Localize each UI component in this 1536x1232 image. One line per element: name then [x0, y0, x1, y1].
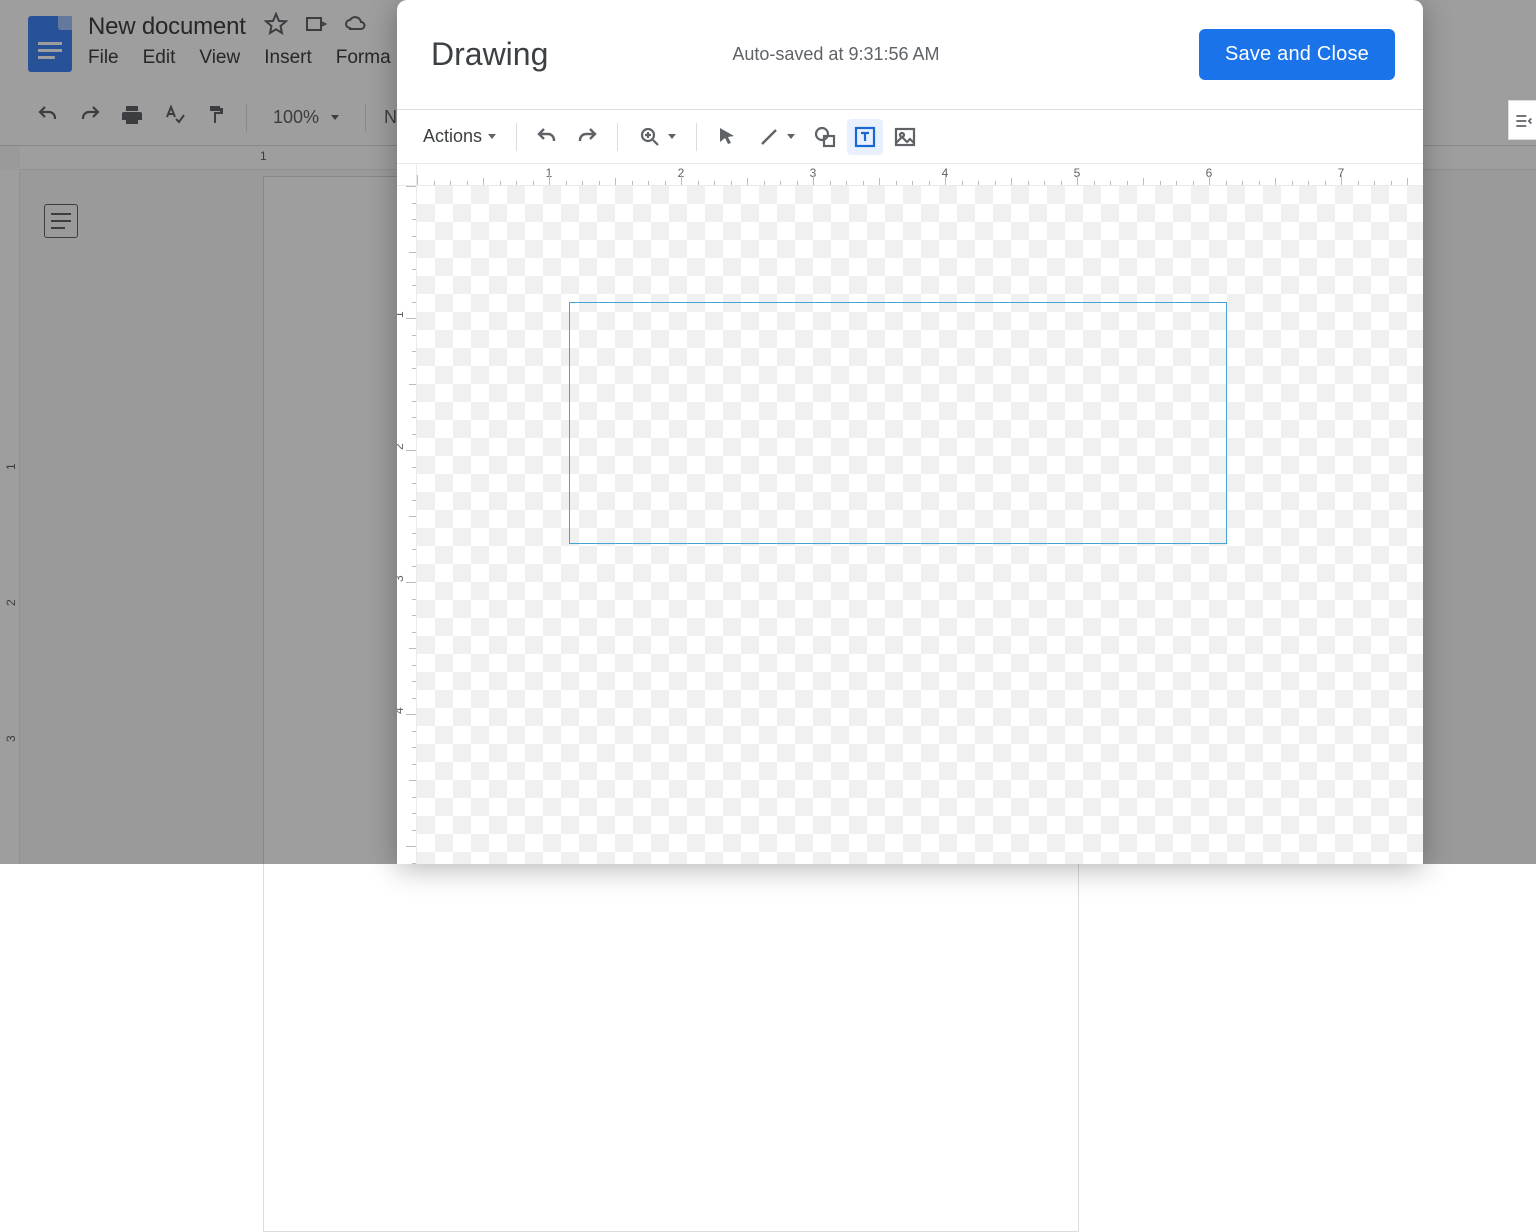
show-outline-button[interactable] [44, 204, 78, 238]
menu-view[interactable]: View [199, 47, 240, 69]
ruler-label: 3 [397, 575, 406, 582]
toolbar-separator [516, 123, 517, 151]
drawing-modal: Drawing Auto-saved at 9:31:56 AM Save an… [397, 0, 1423, 864]
drawing-header: Drawing Auto-saved at 9:31:56 AM Save an… [397, 0, 1423, 110]
ruler-corner [397, 164, 417, 186]
actions-menu-button[interactable]: Actions [415, 119, 504, 155]
ruler-label: 4 [397, 707, 406, 714]
horizontal-ruler[interactable]: 1234567 [417, 164, 1423, 186]
line-tool-button[interactable] [749, 119, 803, 155]
drawing-toolbar: Actions [397, 110, 1423, 164]
toolbar-separator [246, 104, 247, 132]
text-box-shape[interactable] [569, 302, 1227, 544]
star-icon[interactable] [264, 12, 288, 41]
save-and-close-button[interactable]: Save and Close [1199, 29, 1395, 80]
ruler-label: 2 [4, 599, 18, 606]
toolbar-separator [617, 123, 618, 151]
spellcheck-button[interactable] [162, 103, 186, 132]
menu-edit[interactable]: Edit [143, 47, 176, 69]
text-box-tool-button[interactable] [847, 119, 883, 155]
vertical-ruler[interactable]: 1 2 3 4 [397, 186, 417, 864]
autosave-status: Auto-saved at 9:31:56 AM [732, 44, 1175, 65]
paint-format-button[interactable] [204, 103, 228, 132]
cloud-status-icon[interactable] [344, 12, 368, 41]
undo-button[interactable] [36, 103, 60, 132]
toolbar-separator [365, 104, 366, 132]
hide-sidepanel-button[interactable] [1508, 100, 1536, 140]
ruler-label: 1 [4, 463, 18, 470]
redo-button[interactable] [78, 103, 102, 132]
chevron-down-icon [787, 134, 795, 139]
menu-format[interactable]: Forma [336, 47, 391, 69]
undo-button[interactable] [529, 119, 565, 155]
zoom-value: 100% [273, 107, 319, 128]
docs-vertical-ruler[interactable]: 1 2 3 [0, 170, 20, 864]
ruler-label: 1 [397, 311, 406, 318]
zoom-button[interactable] [630, 119, 684, 155]
move-icon[interactable] [304, 12, 328, 41]
zoom-select[interactable]: 100% [265, 107, 347, 128]
doc-title[interactable]: New document [88, 13, 246, 41]
image-tool-button[interactable] [887, 119, 923, 155]
docs-menu-bar: File Edit View Insert Forma [88, 47, 391, 69]
drawing-title: Drawing [431, 36, 548, 73]
redo-button[interactable] [569, 119, 605, 155]
print-button[interactable] [120, 103, 144, 132]
ruler-label: 2 [397, 443, 406, 450]
actions-label: Actions [423, 126, 482, 147]
drawing-canvas-area: 1234567 1 2 3 4 [397, 164, 1423, 864]
ruler-label: 3 [4, 735, 18, 742]
shape-tool-button[interactable] [807, 119, 843, 155]
menu-file[interactable]: File [88, 47, 119, 69]
chevron-down-icon [488, 134, 496, 139]
chevron-down-icon [331, 115, 339, 120]
menu-insert[interactable]: Insert [264, 47, 312, 69]
docs-logo-icon[interactable] [28, 16, 72, 72]
drawing-canvas[interactable] [417, 186, 1423, 864]
ruler-label: 1 [260, 149, 267, 163]
toolbar-separator [696, 123, 697, 151]
select-tool-button[interactable] [709, 119, 745, 155]
chevron-down-icon [668, 134, 676, 139]
